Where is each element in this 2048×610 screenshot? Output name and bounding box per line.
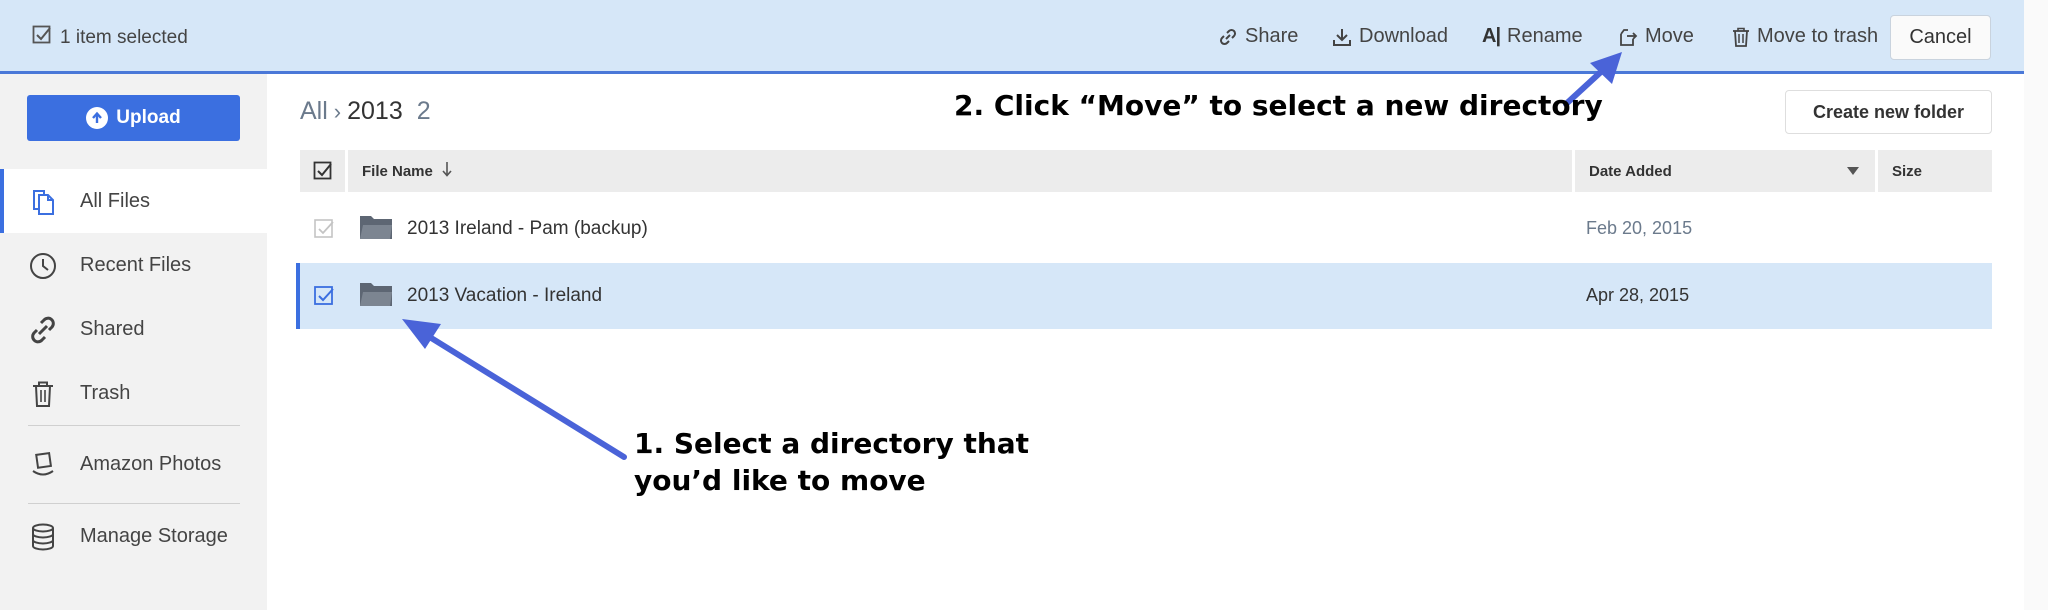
column-header-label: Date Added	[1589, 162, 1672, 180]
move-icon	[1618, 27, 1638, 47]
checkbox-icon	[32, 25, 52, 51]
checkbox-icon	[313, 161, 332, 180]
share-button[interactable]: Share	[1218, 25, 1298, 48]
column-header-date-added[interactable]: Date Added	[1575, 150, 1875, 192]
selection-info: 1 item selected	[32, 25, 188, 51]
cancel-button[interactable]: Cancel	[1890, 15, 1991, 60]
upload-icon	[86, 107, 109, 129]
file-name[interactable]: 2013 Vacation - Ireland	[407, 285, 602, 307]
select-all-checkbox[interactable]	[300, 150, 345, 192]
folder-icon	[360, 216, 392, 239]
link-icon	[1218, 27, 1238, 47]
table-row[interactable]: 2013 Vacation - Ireland Apr 28, 2015	[296, 263, 1992, 329]
move-to-trash-button[interactable]: Move to trash	[1732, 25, 1878, 48]
sidebar-item-label: Recent Files	[80, 253, 192, 276]
sidebar-divider	[28, 425, 240, 426]
column-header-file-name[interactable]: File Name	[348, 150, 1572, 192]
checkbox-icon[interactable]	[313, 285, 335, 307]
clock-icon	[30, 253, 56, 279]
caret-down-icon	[1847, 167, 1859, 175]
files-icon	[33, 190, 54, 215]
trash-icon	[1732, 27, 1750, 47]
annotation-arrow-step1	[402, 319, 627, 460]
sidebar-item-label: All Files	[80, 189, 151, 212]
annotation-step1: 1. Select a directory that you’d like to…	[634, 425, 1029, 499]
annotation-step1-line1: 1. Select a directory that	[634, 427, 1030, 460]
column-header-size[interactable]: Size	[1878, 150, 1992, 192]
breadcrumb: All › 2013 2	[300, 97, 431, 126]
download-icon	[1332, 27, 1352, 47]
rename-label: Rename	[1507, 25, 1583, 47]
create-new-folder-button[interactable]: Create new folder	[1785, 90, 1992, 134]
item-count: 2	[416, 97, 431, 125]
link-icon	[31, 316, 55, 344]
sidebar-item-all-files[interactable]: All Files	[0, 169, 267, 233]
selection-toolbar: 1 item selected Share Download A| Rename…	[0, 0, 2024, 74]
photos-icon	[32, 451, 54, 476]
date-added: Apr 28, 2015	[1586, 285, 1690, 305]
date-added: Feb 20, 2015	[1586, 218, 1693, 238]
rename-icon: A|	[1482, 25, 1501, 47]
sidebar-item-label: Manage Storage	[80, 524, 228, 547]
upload-label: Upload	[116, 107, 181, 128]
right-gutter	[2024, 0, 2048, 610]
sidebar-item-recent-files[interactable]: Recent Files	[0, 233, 267, 297]
database-icon	[32, 523, 54, 551]
folder-icon	[360, 283, 392, 306]
share-label: Share	[1245, 25, 1299, 47]
breadcrumb-current: 2013	[347, 97, 403, 125]
checkbox-icon[interactable]	[313, 218, 335, 240]
upload-button[interactable]: Upload	[27, 95, 240, 141]
sidebar-item-manage-storage[interactable]: Manage Storage	[0, 504, 267, 568]
move-button[interactable]: Move	[1618, 25, 1694, 48]
sidebar: Upload All Files Recent Files Shared Tra…	[0, 74, 267, 610]
sidebar-item-label: Shared	[80, 317, 145, 340]
annotation-step1-line2: you’d like to move	[634, 464, 926, 497]
column-header-label: Size	[1892, 162, 1923, 180]
trash-icon	[33, 381, 53, 407]
move-label: Move	[1645, 25, 1694, 47]
download-label: Download	[1359, 25, 1448, 47]
breadcrumb-root[interactable]: All	[300, 97, 328, 126]
table-header: File Name Date Added Size	[300, 150, 1992, 192]
rename-button[interactable]: A| Rename	[1482, 25, 1583, 48]
sidebar-item-label: Amazon Photos	[80, 452, 222, 475]
download-button[interactable]: Download	[1332, 25, 1448, 48]
sidebar-item-shared[interactable]: Shared	[0, 297, 267, 361]
selection-count-text: 1 item selected	[60, 27, 188, 48]
breadcrumb-separator: ›	[333, 99, 342, 124]
sidebar-item-amazon-photos[interactable]: Amazon Photos	[0, 432, 267, 496]
sort-arrow-down-icon	[441, 161, 453, 181]
annotation-step2: 2. Click “Move” to select a new director…	[954, 89, 1603, 122]
sidebar-item-trash[interactable]: Trash	[0, 361, 267, 425]
file-name[interactable]: 2013 Ireland - Pam (backup)	[407, 218, 648, 240]
table-row[interactable]: 2013 Ireland - Pam (backup) Feb 20, 2015	[300, 196, 1992, 262]
move-to-trash-label: Move to trash	[1757, 25, 1879, 47]
sidebar-item-label: Trash	[80, 381, 131, 404]
column-header-label: File Name	[362, 162, 433, 180]
